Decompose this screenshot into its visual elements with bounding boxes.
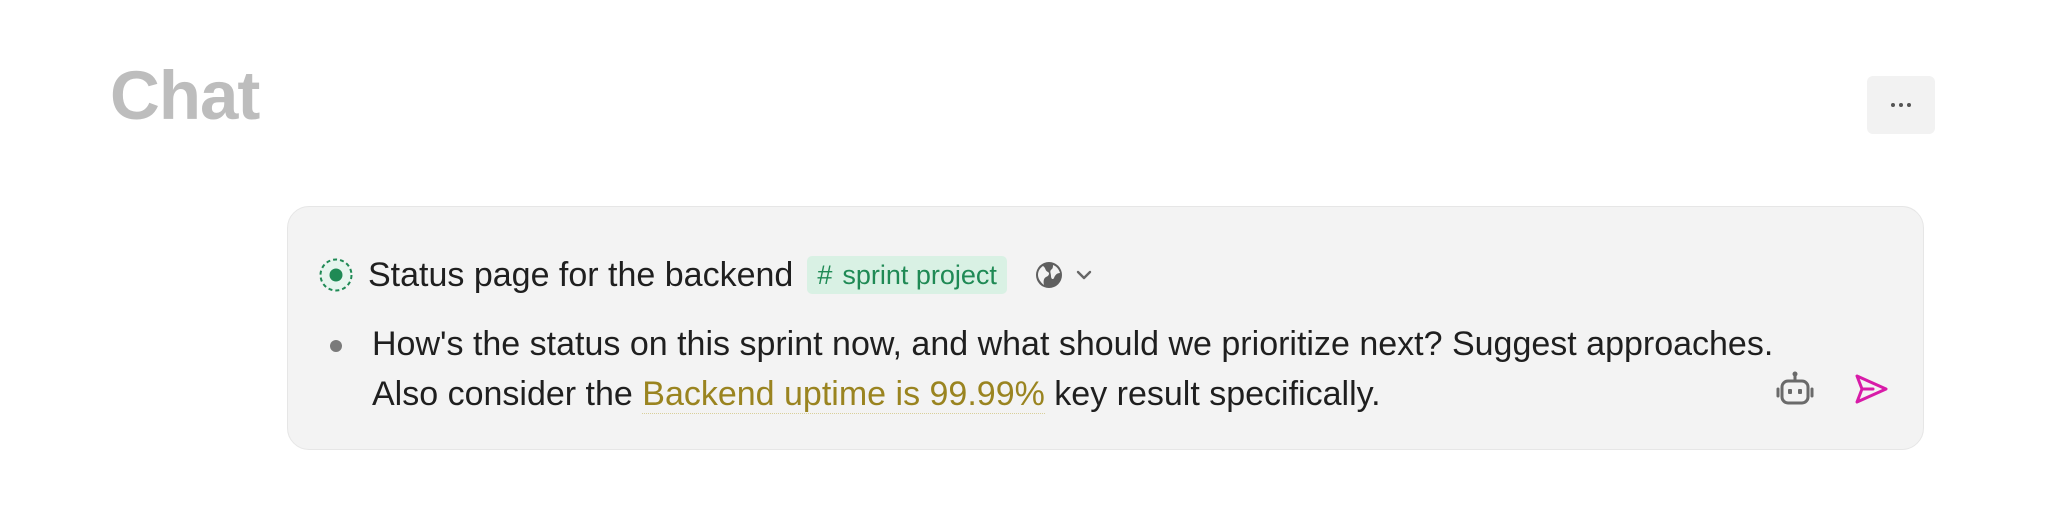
message-text[interactable]: How's the status on this sprint now, and… xyxy=(372,319,1818,419)
more-options-button[interactable] xyxy=(1867,76,1935,134)
globe-icon xyxy=(1035,262,1062,288)
project-context-row: Status page for the backend # sprint pro… xyxy=(318,255,1094,295)
project-title[interactable]: Status page for the backend xyxy=(368,256,793,295)
message-bullet xyxy=(330,340,342,352)
more-horizontal-icon xyxy=(1891,103,1895,107)
in-progress-status-icon xyxy=(319,258,353,292)
project-tag[interactable]: # sprint project xyxy=(807,256,1007,294)
tag-hash: # xyxy=(817,259,833,290)
page-title: Chat xyxy=(110,57,260,134)
chevron-down-icon xyxy=(1076,270,1092,280)
more-horizontal-icon-dot-3 xyxy=(1907,103,1911,107)
send-icon[interactable] xyxy=(1853,371,1889,407)
key-result-link[interactable]: Backend uptime is 99.99% xyxy=(642,375,1045,414)
robot-icon[interactable] xyxy=(1776,370,1814,408)
message-text-after: key result specifically. xyxy=(1044,375,1381,413)
chat-message: How's the status on this sprint now, and… xyxy=(318,319,1818,419)
more-horizontal-icon-dot-2 xyxy=(1899,103,1903,107)
visibility-dropdown[interactable] xyxy=(1034,260,1094,290)
chat-page: Chat Status page for the backend # sprin… xyxy=(0,0,2048,528)
chat-composer-card: Status page for the backend # sprint pro… xyxy=(287,206,1924,450)
tag-label: sprint project xyxy=(842,259,997,290)
